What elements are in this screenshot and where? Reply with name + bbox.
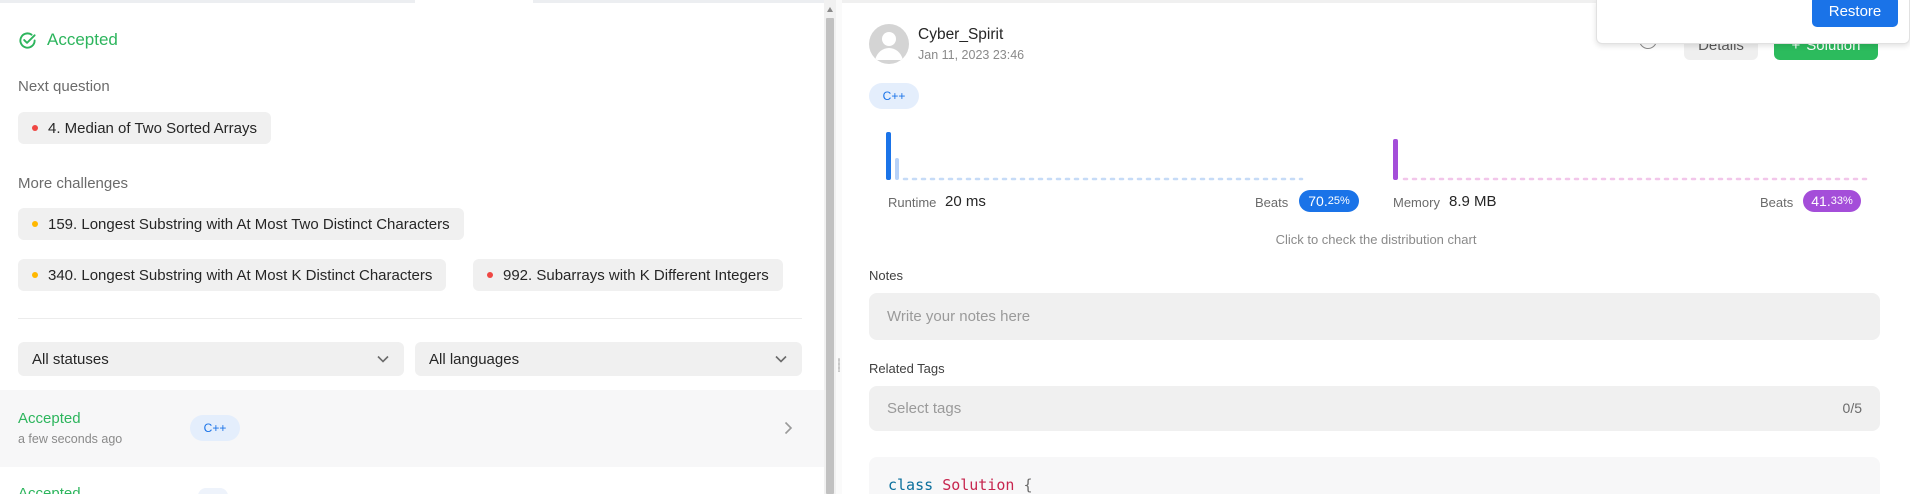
tags-placeholder: Select tags xyxy=(887,400,962,417)
submission-status[interactable]: Accepted xyxy=(18,485,81,494)
code-class-name: Solution xyxy=(942,476,1015,494)
scrollbar-thumb[interactable] xyxy=(826,18,834,494)
memory-label: Memory xyxy=(1393,195,1440,210)
runtime-beats-frac: 25% xyxy=(1327,195,1350,207)
user-silhouette-icon xyxy=(875,32,903,60)
challenge-chip[interactable]: 992. Subarrays with K Different Integers xyxy=(473,259,783,291)
more-challenges-label: More challenges xyxy=(18,175,129,192)
next-question-label: Next question xyxy=(18,78,110,95)
next-question-chip[interactable]: 4. Median of Two Sorted Arrays xyxy=(18,112,271,144)
challenge-chip[interactable]: 340. Longest Substring with At Most K Di… xyxy=(18,259,447,291)
username[interactable]: Cyber_Spirit xyxy=(918,26,1003,44)
chevron-right-icon xyxy=(784,421,793,435)
right-scrollbar[interactable] xyxy=(1902,0,1910,494)
challenge-title: 159. Longest Substring with At Most Two … xyxy=(48,215,450,233)
avatar[interactable] xyxy=(869,24,909,64)
submission-detail-panel: Cyber_Spirit Jan 11, 2023 23:46 Details … xyxy=(842,0,1910,494)
code-brace: { xyxy=(1023,476,1033,494)
runtime-bar xyxy=(895,158,899,180)
memory-value: 8.9 MB xyxy=(1449,193,1497,210)
chevron-down-icon xyxy=(775,355,787,363)
tab-underline xyxy=(0,0,824,3)
distribution-hint[interactable]: Click to check the distribution chart xyxy=(842,232,1910,247)
language-filter-value: All languages xyxy=(429,350,520,368)
code-line: class Solution { xyxy=(888,476,1033,494)
challenge-title: 992. Subarrays with K Different Integers xyxy=(503,266,769,284)
check-circle-icon xyxy=(19,31,36,49)
language-tag xyxy=(198,488,228,494)
related-tags-label: Related Tags xyxy=(869,361,945,376)
memory-distribution-chart[interactable] xyxy=(1393,128,1873,186)
chevron-down-icon xyxy=(377,355,389,363)
memory-beats-int: 41. xyxy=(1811,193,1831,209)
tags-count: 0/5 xyxy=(1842,400,1862,416)
notes-label: Notes xyxy=(869,268,903,283)
submission-date: Jan 11, 2023 23:46 xyxy=(918,48,1025,62)
language-tag: C++ xyxy=(190,415,240,441)
status-filter-value: All statuses xyxy=(32,350,109,368)
memory-beats-badge: 41. 33% xyxy=(1803,190,1861,212)
runtime-label: Runtime xyxy=(888,195,937,210)
runtime-beats-label: Beats xyxy=(1255,195,1289,210)
submission-time: a few seconds ago xyxy=(18,432,123,446)
memory-beats-frac: 33% xyxy=(1830,195,1853,207)
runtime-distribution-chart[interactable] xyxy=(886,128,1306,186)
medium-difficulty-dot xyxy=(32,272,38,278)
runtime-beats-int: 70. xyxy=(1308,193,1328,209)
hard-difficulty-dot xyxy=(32,125,38,131)
drag-grip-icon xyxy=(838,358,840,372)
challenge-chip[interactable]: 159. Longest Substring with At Most Two … xyxy=(18,208,464,240)
submission-row[interactable]: Accepted a few seconds ago C++ xyxy=(0,390,824,467)
code-keyword: class xyxy=(888,476,934,494)
medium-difficulty-dot xyxy=(32,221,38,227)
submission-result-panel: Accepted Next question 4. Median of Two … xyxy=(0,0,824,494)
language-tag: C++ xyxy=(869,83,919,109)
runtime-bar xyxy=(886,132,891,180)
next-question-title: 4. Median of Two Sorted Arrays xyxy=(48,119,257,137)
divider-line xyxy=(18,318,802,319)
result-status: Accepted xyxy=(47,30,118,49)
challenge-title: 340. Longest Substring with At Most K Di… xyxy=(48,266,433,284)
scroll-up-arrow-icon[interactable] xyxy=(827,7,833,12)
memory-bar xyxy=(1393,139,1398,180)
restore-button[interactable]: Restore xyxy=(1812,0,1898,27)
memory-beats-label: Beats xyxy=(1760,195,1794,210)
notes-input[interactable]: Write your notes here xyxy=(869,293,1880,340)
runtime-value: 20 ms xyxy=(945,193,986,210)
submission-status: Accepted xyxy=(18,410,81,427)
hard-difficulty-dot xyxy=(487,272,493,278)
status-filter-select[interactable]: All statuses xyxy=(18,342,404,376)
language-filter-select[interactable]: All languages xyxy=(415,342,802,376)
result-header: Accepted xyxy=(18,30,118,50)
left-scrollbar[interactable] xyxy=(824,0,836,494)
notes-placeholder: Write your notes here xyxy=(887,308,1031,325)
tags-select[interactable]: Select tags 0/5 xyxy=(869,386,1880,431)
runtime-beats-badge: 70. 25% xyxy=(1299,190,1359,212)
